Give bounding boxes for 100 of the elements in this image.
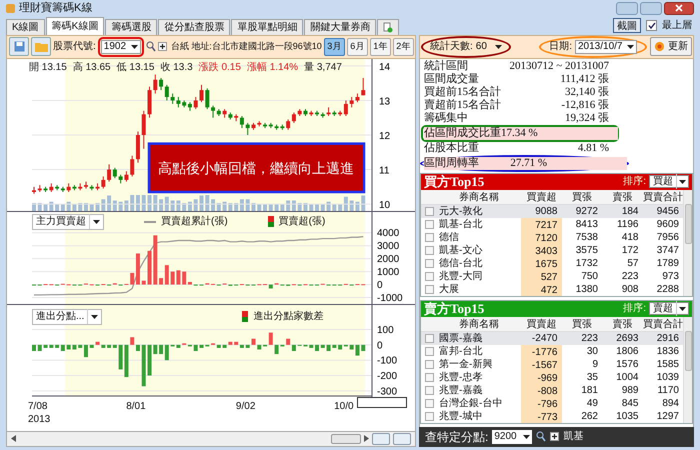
stats-label: 賣超前15名合計 [424,98,502,112]
table-row[interactable]: 元大-敦化 9088 9272 184 9456 [421,204,683,218]
legend-label: 買賣超(張) [278,214,326,229]
tab[interactable]: 從分點查股票 [158,18,230,34]
axis-tick-label: 10 [379,200,390,210]
table-cell-text: 1196 [616,218,640,232]
tab[interactable]: K線圖 [6,18,45,34]
days-dropdown[interactable]: 60 [476,39,502,54]
window-title: 理財寶籌碼K線 [19,0,92,16]
axis-tick-label: -100 [377,355,398,366]
stats-value: 27.71 % [508,156,627,170]
table-cell-text: 國票-嘉義 [438,332,484,346]
axis-tick-label: 4000 [377,228,400,239]
indicator-dropdown[interactable]: 主力買賣超 [32,214,104,230]
branch-lookup-label: 查特定分點: [425,428,488,446]
axis-tick-label: -1000 [377,292,403,304]
table-cell-text: 1789 [656,256,680,270]
stats-value: -12,816 張 [560,98,610,112]
sort-dropdown[interactable]: 賣超 [649,302,689,315]
tab[interactable]: 關鍵大量券商 [304,18,376,34]
table-cell-text: 2916 [656,332,680,346]
stats-label: 區間成交量 [424,72,480,86]
range-button[interactable]: 2年 [392,38,414,56]
table-cell-text: 1004 [615,370,640,384]
table-cell-text: 富邦-台北 [438,344,484,358]
table-cell-text: 9272 [574,204,599,218]
table-title: 賣方Top15 [424,300,484,318]
screenshot-button[interactable]: 截圖 [613,18,641,33]
sort-dropdown[interactable]: 買超 [649,175,689,188]
table-cell-text: 3575 [574,244,599,258]
table-cell-text: 35 [586,370,599,384]
stats-value: 17.34 % [501,126,618,140]
table-cell-text: 兆豐-城中 [438,410,484,424]
table-cell-text: 262 [580,410,599,424]
column-header: 買賣超 [525,318,558,330]
table-cell-text: 894 [661,396,680,410]
axis-tick-label: 2000 [377,254,400,265]
table-cell-text: 8413 [574,218,599,232]
table-cell-text: 845 [620,396,640,410]
table-cell-text: -2470 [530,332,558,346]
table-cell-text: 172 [620,244,640,258]
table-cell-text: 7956 [656,230,680,244]
tab[interactable]: 籌碼K線圖 [46,16,104,34]
stock-code-label: 股票代號: [53,40,96,54]
table-row[interactable]: 國票-嘉義 -2470 223 2693 2916 [421,332,683,344]
table-cell-text: 德信 [438,230,460,244]
tab[interactable]: 籌碼選股 [105,18,158,34]
quote-item: 低 13.15 [116,60,154,74]
stock-info: 台紙 地址:台北市建國北路一段96號10 [170,40,322,53]
year-axis-label: 2013 [28,412,50,426]
stats-label: 買超前15名合計 [424,86,502,98]
table-cell: 527 [521,270,562,282]
column-header: 買張 [570,190,593,204]
column-header: 賣張 [611,318,634,330]
stats-label: 統計區間 [424,60,469,72]
axis-tick-label: 100 [377,324,394,336]
range-button[interactable]: 3月 [324,38,345,56]
axis-tick-label: 11 [379,165,390,176]
table-cell-text: 大展 [438,282,460,296]
table-title: 買方Top15 [424,172,484,191]
tab[interactable]: 單股單點明細 [231,18,304,34]
table-cell-text: 1170 [656,384,680,398]
table-cell-text: 1836 [656,344,680,358]
column-header: 券商名稱 [458,318,500,330]
date-axis-label: 10/0 [334,400,354,414]
table-cell-text: 418 [620,230,640,244]
column-header: 買賣超 [525,190,558,204]
table-cell: -969 [521,370,562,384]
date-axis-label: 7/08 [28,400,48,414]
range-button[interactable]: 1年 [370,38,391,56]
stats-value: 4.81 % [576,142,610,154]
table-cell-text: 1585 [656,358,680,372]
table-cell-text: 凱基-台北 [438,218,484,232]
legend-label: 進出分點家數差 [253,310,324,324]
table-cell-text: 1576 [615,358,640,372]
date-axis-label: 8/01 [126,400,146,414]
range-button[interactable]: 6月 [346,38,368,56]
date-picker[interactable]: 2013/10/7 [575,40,637,54]
table-cell-text: 2288 [656,282,680,296]
table-cell-text: 49 [586,396,599,410]
table-cell-text: 1297 [656,410,680,424]
sort-label: 排序: [623,302,646,316]
table-cell: -1567 [521,358,562,370]
table-cell-text: 3747 [656,244,680,258]
table-cell-text: 973 [661,270,680,284]
axis-tick-label: -200 [377,370,398,382]
annotation-text: 高點後小幅回檔，繼續向上邁進 [158,159,354,176]
table-cell: -808 [521,384,562,396]
indicator-dropdown[interactable]: 進出分點... [32,308,102,324]
date-axis-label: 9/02 [236,400,256,414]
table-cell-text: 1380 [574,282,599,296]
table-cell-text: 30 [586,344,599,358]
branch-code-dropdown[interactable]: 9200 [492,430,532,444]
stats-label: 佔股本比重 [424,142,480,154]
stock-code-dropdown[interactable]: 1902 [100,40,141,54]
table-cell-text: 9609 [656,218,680,232]
table-cell-text: 兆豐-忠孝 [438,370,484,384]
refresh-button[interactable]: 更新 [650,37,692,56]
stats-label: 佔區間成交比重 [424,126,501,140]
table-cell-text: 1806 [615,344,640,358]
